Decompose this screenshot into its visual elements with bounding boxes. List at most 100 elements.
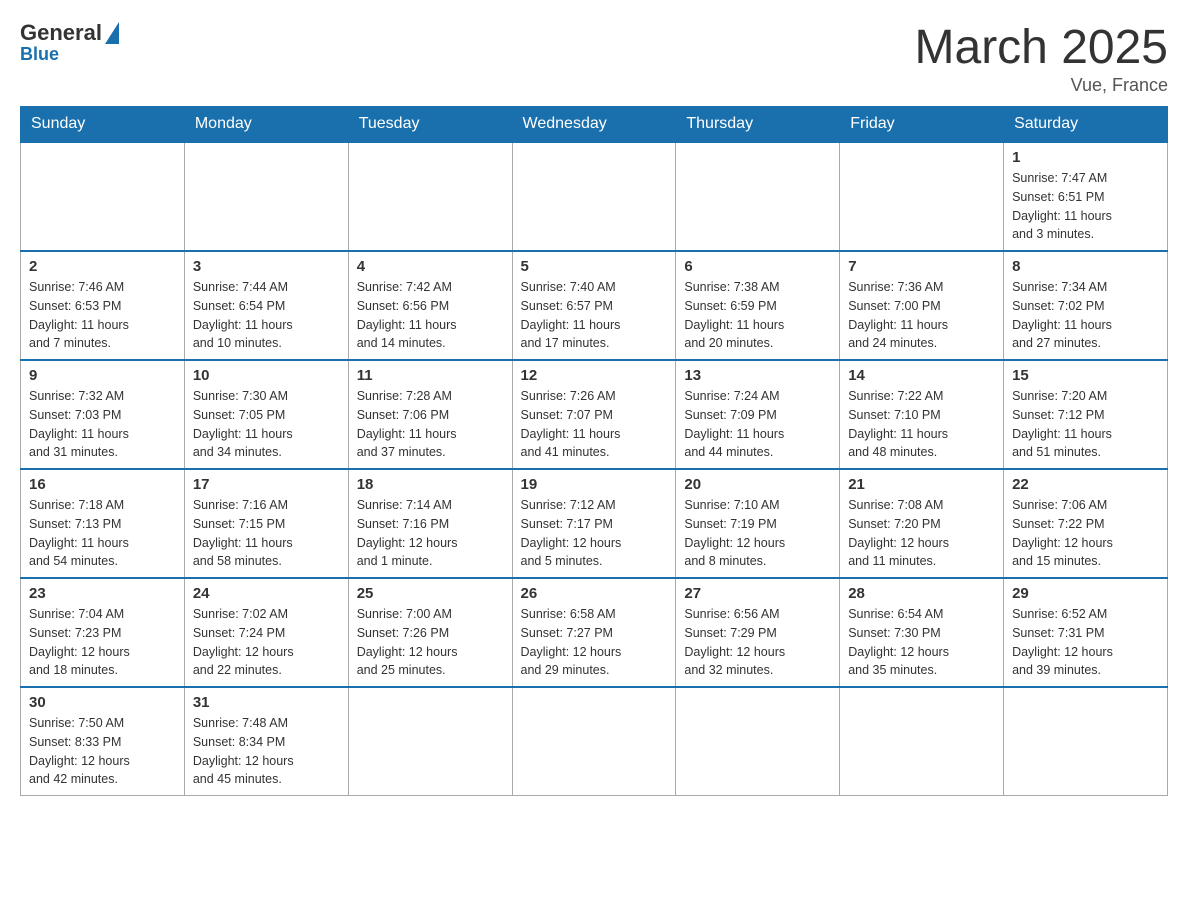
calendar-day-cell: 20Sunrise: 7:10 AMSunset: 7:19 PMDayligh… xyxy=(676,469,840,578)
day-number: 6 xyxy=(684,258,831,275)
day-info: Sunrise: 7:04 AMSunset: 7:23 PMDaylight:… xyxy=(29,605,176,680)
calendar-day-cell: 15 Sunrise: 7:20 AMSunset: 7:12 PMDayligh… xyxy=(1004,360,1168,469)
logo-triangle-icon xyxy=(105,22,119,44)
calendar-day-cell: 6 Sunrise: 7:38 AMSunset: 6:59 PMDaylight… xyxy=(676,251,840,360)
calendar-week-row: 2Sunrise: 7:46 AMSunset: 6:53 PMDaylight… xyxy=(21,251,1168,360)
day-info: Sunrise: 7:26 AMSunset: 7:07 PMDaylight:… xyxy=(521,387,668,462)
day-info: Sunrise: 7:02 AMSunset: 7:24 PMDaylight:… xyxy=(193,605,340,680)
day-info: Sunrise: 6:52 AMSunset: 7:31 PMDaylight:… xyxy=(1012,605,1159,680)
day-number: 11 xyxy=(357,367,504,384)
calendar-day-cell xyxy=(512,687,676,796)
calendar-header-row: SundayMondayTuesdayWednesdayThursdayFrid… xyxy=(21,107,1168,143)
day-info: Sunrise: 7:34 AMSunset: 7:02 PMDaylight:… xyxy=(1012,278,1159,353)
day-number: 25 xyxy=(357,585,504,602)
calendar-week-row: 30 Sunrise: 7:50 AMSunset: 8:33 PMDayligh… xyxy=(21,687,1168,796)
day-number: 14 xyxy=(848,367,995,384)
day-number: 24 xyxy=(193,585,340,602)
calendar-day-cell: 24 Sunrise: 7:02 AMSunset: 7:24 PMDayligh… xyxy=(184,578,348,687)
calendar-week-row: 9 Sunrise: 7:32 AMSunset: 7:03 PMDaylight… xyxy=(21,360,1168,469)
day-info: Sunrise: 6:56 AMSunset: 7:29 PMDaylight:… xyxy=(684,605,831,680)
day-info: Sunrise: 7:50 AMSunset: 8:33 PMDaylight:… xyxy=(29,714,176,789)
day-number: 3 xyxy=(193,258,340,275)
calendar-day-cell xyxy=(512,142,676,251)
calendar-day-cell: 21Sunrise: 7:08 AMSunset: 7:20 PMDayligh… xyxy=(840,469,1004,578)
day-number: 7 xyxy=(848,258,995,275)
day-number: 15 xyxy=(1012,367,1159,384)
calendar-day-cell: 18 Sunrise: 7:14 AMSunset: 7:16 PMDayligh… xyxy=(348,469,512,578)
calendar-day-cell: 4 Sunrise: 7:42 AMSunset: 6:56 PMDaylight… xyxy=(348,251,512,360)
title-area: March 2025 Vue, France xyxy=(915,20,1168,96)
calendar-day-cell: 10Sunrise: 7:30 AMSunset: 7:05 PMDayligh… xyxy=(184,360,348,469)
calendar-day-cell: 9 Sunrise: 7:32 AMSunset: 7:03 PMDaylight… xyxy=(21,360,185,469)
day-number: 4 xyxy=(357,258,504,275)
day-info: Sunrise: 7:24 AMSunset: 7:09 PMDaylight:… xyxy=(684,387,831,462)
calendar-day-cell: 25 Sunrise: 7:00 AMSunset: 7:26 PMDayligh… xyxy=(348,578,512,687)
calendar-day-cell xyxy=(1004,687,1168,796)
calendar-day-cell: 12 Sunrise: 7:26 AMSunset: 7:07 PMDayligh… xyxy=(512,360,676,469)
month-year-title: March 2025 xyxy=(915,20,1168,75)
calendar-week-row: 1Sunrise: 7:47 AMSunset: 6:51 PMDaylight… xyxy=(21,142,1168,251)
calendar-day-cell: 23Sunrise: 7:04 AMSunset: 7:23 PMDayligh… xyxy=(21,578,185,687)
calendar-day-header: Tuesday xyxy=(348,107,512,143)
calendar-day-cell: 8Sunrise: 7:34 AMSunset: 7:02 PMDaylight… xyxy=(1004,251,1168,360)
day-info: Sunrise: 7:10 AMSunset: 7:19 PMDaylight:… xyxy=(684,496,831,571)
day-info: Sunrise: 7:22 AMSunset: 7:10 PMDaylight:… xyxy=(848,387,995,462)
day-info: Sunrise: 7:20 AMSunset: 7:12 PMDaylight:… xyxy=(1012,387,1159,462)
day-info: Sunrise: 7:46 AMSunset: 6:53 PMDaylight:… xyxy=(29,278,176,353)
calendar-week-row: 16Sunrise: 7:18 AMSunset: 7:13 PMDayligh… xyxy=(21,469,1168,578)
calendar-day-cell: 13 Sunrise: 7:24 AMSunset: 7:09 PMDayligh… xyxy=(676,360,840,469)
calendar-day-cell: 26 Sunrise: 6:58 AMSunset: 7:27 PMDayligh… xyxy=(512,578,676,687)
calendar-day-cell: 2Sunrise: 7:46 AMSunset: 6:53 PMDaylight… xyxy=(21,251,185,360)
calendar-day-cell xyxy=(348,142,512,251)
day-info: Sunrise: 7:42 AMSunset: 6:56 PMDaylight:… xyxy=(357,278,504,353)
day-info: Sunrise: 7:40 AMSunset: 6:57 PMDaylight:… xyxy=(521,278,668,353)
calendar-day-header: Saturday xyxy=(1004,107,1168,143)
day-number: 9 xyxy=(29,367,176,384)
day-info: Sunrise: 7:14 AMSunset: 7:16 PMDaylight:… xyxy=(357,496,504,571)
calendar-day-cell xyxy=(676,142,840,251)
calendar-day-header: Thursday xyxy=(676,107,840,143)
calendar-day-cell: 27Sunrise: 6:56 AMSunset: 7:29 PMDayligh… xyxy=(676,578,840,687)
calendar-day-cell: 16Sunrise: 7:18 AMSunset: 7:13 PMDayligh… xyxy=(21,469,185,578)
day-info: Sunrise: 6:58 AMSunset: 7:27 PMDaylight:… xyxy=(521,605,668,680)
calendar-day-cell: 30 Sunrise: 7:50 AMSunset: 8:33 PMDayligh… xyxy=(21,687,185,796)
day-number: 12 xyxy=(521,367,668,384)
day-number: 17 xyxy=(193,476,340,493)
day-number: 18 xyxy=(357,476,504,493)
calendar-day-cell xyxy=(348,687,512,796)
day-info: Sunrise: 7:32 AMSunset: 7:03 PMDaylight:… xyxy=(29,387,176,462)
calendar-day-cell xyxy=(21,142,185,251)
day-number: 29 xyxy=(1012,585,1159,602)
day-info: Sunrise: 7:48 AMSunset: 8:34 PMDaylight:… xyxy=(193,714,340,789)
day-info: Sunrise: 7:28 AMSunset: 7:06 PMDaylight:… xyxy=(357,387,504,462)
logo: General Blue xyxy=(20,20,121,65)
logo-blue-line: Blue xyxy=(20,44,59,65)
day-number: 28 xyxy=(848,585,995,602)
calendar-day-header: Monday xyxy=(184,107,348,143)
day-number: 13 xyxy=(684,367,831,384)
calendar-day-cell xyxy=(840,687,1004,796)
calendar-day-cell: 28Sunrise: 6:54 AMSunset: 7:30 PMDayligh… xyxy=(840,578,1004,687)
day-number: 5 xyxy=(521,258,668,275)
calendar-day-cell: 29 Sunrise: 6:52 AMSunset: 7:31 PMDayligh… xyxy=(1004,578,1168,687)
calendar-day-cell: 11 Sunrise: 7:28 AMSunset: 7:06 PMDayligh… xyxy=(348,360,512,469)
calendar-day-cell: 17 Sunrise: 7:16 AMSunset: 7:15 PMDayligh… xyxy=(184,469,348,578)
day-info: Sunrise: 7:44 AMSunset: 6:54 PMDaylight:… xyxy=(193,278,340,353)
day-info: Sunrise: 7:06 AMSunset: 7:22 PMDaylight:… xyxy=(1012,496,1159,571)
day-info: Sunrise: 7:38 AMSunset: 6:59 PMDaylight:… xyxy=(684,278,831,353)
calendar-day-cell: 31Sunrise: 7:48 AMSunset: 8:34 PMDayligh… xyxy=(184,687,348,796)
calendar-day-cell: 19Sunrise: 7:12 AMSunset: 7:17 PMDayligh… xyxy=(512,469,676,578)
calendar-day-header: Sunday xyxy=(21,107,185,143)
day-number: 10 xyxy=(193,367,340,384)
day-info: Sunrise: 7:47 AMSunset: 6:51 PMDaylight:… xyxy=(1012,169,1159,244)
calendar-week-row: 23Sunrise: 7:04 AMSunset: 7:23 PMDayligh… xyxy=(21,578,1168,687)
day-info: Sunrise: 7:00 AMSunset: 7:26 PMDaylight:… xyxy=(357,605,504,680)
calendar-day-cell: 7Sunrise: 7:36 AMSunset: 7:00 PMDaylight… xyxy=(840,251,1004,360)
logo-general-text: General xyxy=(20,20,102,46)
calendar-day-cell xyxy=(840,142,1004,251)
day-number: 30 xyxy=(29,694,176,711)
day-number: 22 xyxy=(1012,476,1159,493)
day-number: 26 xyxy=(521,585,668,602)
day-info: Sunrise: 7:16 AMSunset: 7:15 PMDaylight:… xyxy=(193,496,340,571)
calendar-day-cell: 22 Sunrise: 7:06 AMSunset: 7:22 PMDayligh… xyxy=(1004,469,1168,578)
